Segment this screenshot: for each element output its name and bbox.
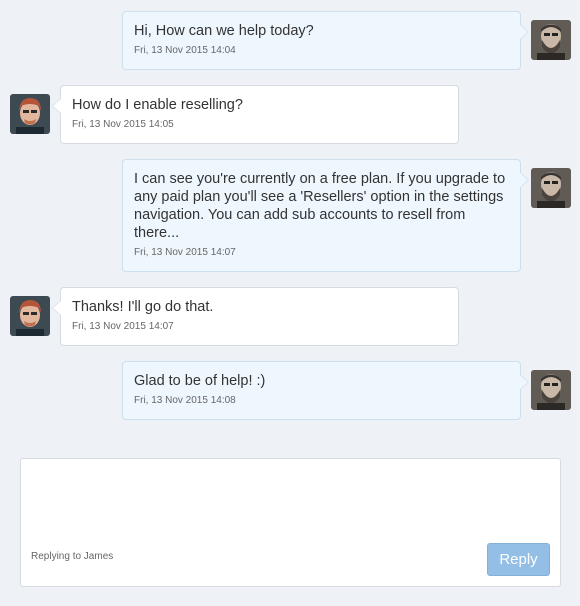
message-bubble-agent: I can see you're currently on a free pla… bbox=[122, 159, 529, 272]
message-text: Hi, How can we help today? bbox=[134, 23, 314, 39]
message-bubble-agent: Glad to be of help! :) Fri, 13 Nov 2015 … bbox=[122, 361, 529, 420]
user-avatar bbox=[10, 296, 50, 336]
replying-to-label: Replying to James bbox=[31, 551, 114, 562]
reply-textarea[interactable] bbox=[21, 459, 560, 539]
agent-avatar bbox=[531, 370, 571, 410]
agent-avatar bbox=[531, 168, 571, 208]
message-timestamp: Fri, 13 Nov 2015 14:08 bbox=[134, 395, 236, 406]
message-text: I can see you're currently on a free pla… bbox=[134, 171, 506, 241]
message-bubble-user: Thanks! I'll go do that. Fri, 13 Nov 201… bbox=[52, 287, 459, 346]
agent-avatar bbox=[531, 20, 571, 60]
message-bubble-agent: Hi, How can we help today? Fri, 13 Nov 2… bbox=[122, 11, 529, 70]
message-timestamp: Fri, 13 Nov 2015 14:05 bbox=[72, 119, 174, 130]
message-timestamp: Fri, 13 Nov 2015 14:07 bbox=[134, 247, 236, 258]
message-bubble-user: How do I enable reselling? Fri, 13 Nov 2… bbox=[52, 85, 459, 144]
message-timestamp: Fri, 13 Nov 2015 14:04 bbox=[134, 45, 236, 56]
message-timestamp: Fri, 13 Nov 2015 14:07 bbox=[72, 321, 174, 332]
user-avatar bbox=[10, 94, 50, 134]
message-text: Thanks! I'll go do that. bbox=[72, 299, 214, 315]
message-text: Glad to be of help! :) bbox=[134, 373, 266, 389]
reply-button[interactable]: Reply bbox=[487, 543, 550, 576]
message-text: How do I enable reselling? bbox=[72, 97, 243, 113]
reply-composer: Replying to James Reply bbox=[20, 458, 561, 587]
